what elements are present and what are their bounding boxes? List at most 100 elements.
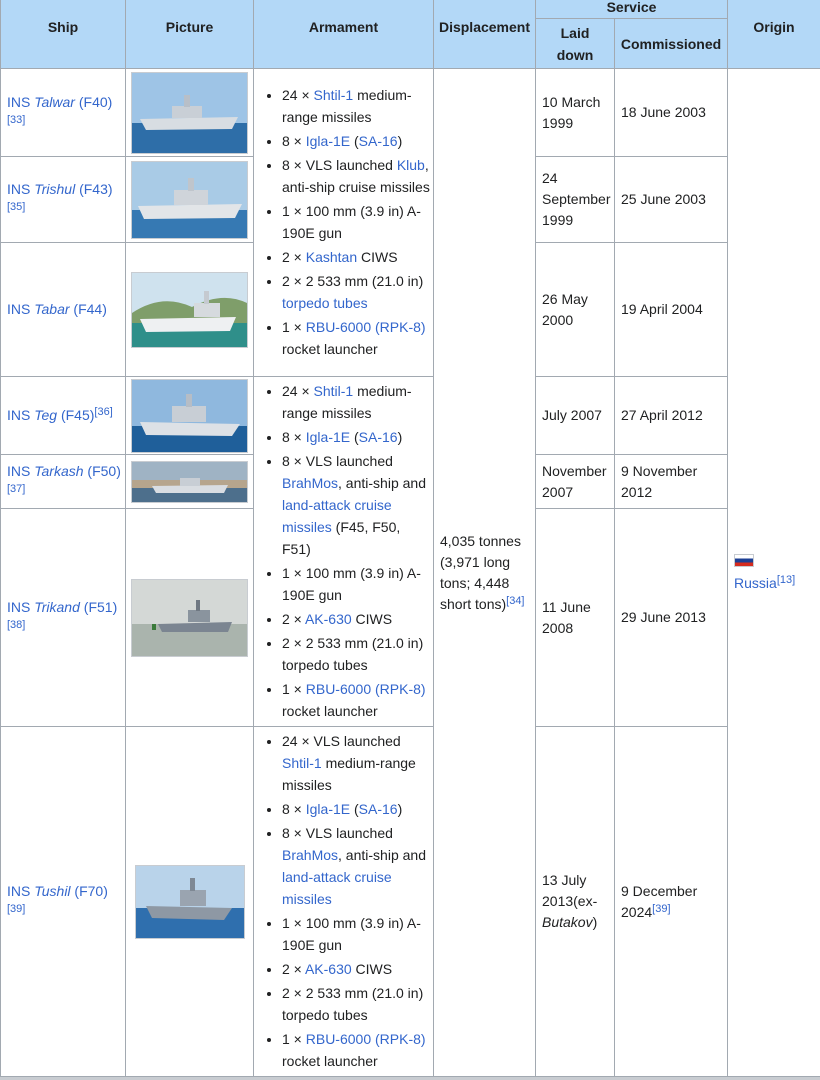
ship-cell: INS Trishul (F43) [35]: [0, 156, 126, 243]
armament-item: 8 × Igla-1E (SA-16): [282, 798, 431, 820]
ship-cell: INS Trikand (F51) [38]: [0, 508, 126, 727]
ship-link[interactable]: INS Tushil (F70): [7, 883, 108, 899]
weapon-link[interactable]: Igla-1E: [306, 133, 350, 149]
picture-cell: [125, 726, 254, 1077]
weapon-link[interactable]: BrahMos: [282, 847, 338, 863]
laid-down-cell: 24 September 1999: [535, 156, 615, 243]
armament-item: 1 × 100 mm (3.9 in) A-190E gun: [282, 912, 431, 956]
armament-item: 1 × 100 mm (3.9 in) A-190E gun: [282, 200, 431, 244]
ship-cell: INS Tushil (F70) [39]: [0, 726, 126, 1077]
commissioned-cell: 27 April 2012: [613, 376, 729, 455]
armament-item: 2 × 2 533 mm (21.0 in) torpedo tubes: [282, 270, 431, 314]
picture-cell: [125, 376, 254, 455]
citation-link[interactable]: [37]: [7, 483, 25, 495]
origin-cell: Russia[13]: [727, 68, 820, 1077]
ship-link[interactable]: INS Talwar (F40): [7, 94, 112, 110]
armament-item: 2 × 2 533 mm (21.0 in) torpedo tubes: [282, 982, 431, 1026]
weapon-link[interactable]: Shtil-1: [314, 87, 354, 103]
header-armament[interactable]: Armament: [253, 0, 434, 69]
ship-photo-teg[interactable]: [131, 378, 248, 453]
armament-item: 2 × AK-630 CIWS: [282, 608, 431, 630]
weapon-link[interactable]: torpedo tubes: [282, 295, 368, 311]
laid-down-cell: 13 July 2013(ex- Butakov): [535, 726, 615, 1077]
laid-down-cell: November 2007: [535, 454, 615, 509]
citation-link[interactable]: [33]: [7, 114, 25, 126]
ship-cell: INS Tarkash (F50) [37]: [0, 454, 126, 509]
ship-link[interactable]: INS Tarkash (F50): [7, 463, 121, 479]
origin-link[interactable]: Russia: [734, 575, 777, 591]
ship-photo-talwar[interactable]: [131, 71, 248, 154]
table-row: INS Teg (F45)[36] 24 × Shtil-1 medium-ra…: [0, 376, 820, 727]
armament-item: 24 × Shtil-1 medium-range missiles: [282, 84, 431, 128]
ship-link[interactable]: INS Tabar (F44): [7, 301, 107, 317]
header-laid-down[interactable]: Laid down: [535, 18, 615, 69]
weapon-link[interactable]: AK-630: [305, 611, 352, 627]
armament-item: 2 × AK-630 CIWS: [282, 958, 431, 980]
weapon-link[interactable]: SA-16: [359, 801, 398, 817]
citation-link[interactable]: [39]: [7, 903, 25, 915]
displacement-cell: 4,035 tonnes (3,971 long tons; 4,448 sho…: [433, 68, 536, 1077]
picture-cell: [125, 242, 254, 377]
ship-cell: INS Talwar (F40) [33]: [0, 68, 126, 157]
armament-item: 8 × Igla-1E (SA-16): [282, 130, 431, 152]
weapon-link[interactable]: Klub: [397, 157, 425, 173]
weapon-link[interactable]: land-attack cruise missiles: [282, 869, 392, 907]
weapon-link[interactable]: Shtil-1: [282, 755, 322, 771]
header-service: Service: [534, 0, 729, 19]
picture-cell: [125, 508, 254, 727]
ship-link[interactable]: INS Teg (F45): [7, 407, 94, 423]
ship-link[interactable]: INS Trishul (F43): [7, 181, 113, 197]
citation-link[interactable]: [34]: [506, 595, 524, 607]
picture-cell: [125, 454, 254, 509]
ship-photo-trikand[interactable]: [131, 578, 248, 657]
ship-photo-tabar[interactable]: [131, 271, 248, 348]
laid-down-cell: July 2007: [535, 376, 615, 455]
russia-flag-icon: [734, 554, 755, 568]
ship-photo-tushil[interactable]: [134, 864, 245, 939]
table-row: INS Tushil (F70) [39] 24 × VLS launched …: [0, 726, 820, 1077]
header-displacement[interactable]: Displacement: [433, 0, 536, 69]
header-laid-down-label: Laid down: [556, 24, 594, 63]
header-ship[interactable]: Ship: [0, 0, 126, 69]
weapon-link[interactable]: Igla-1E: [306, 429, 350, 445]
weapon-link[interactable]: RBU-6000 (RPK-8): [306, 681, 426, 697]
weapon-link[interactable]: BrahMos: [282, 475, 338, 491]
armament-cell: 24 × Shtil-1 medium-range missiles 8 × I…: [253, 68, 434, 377]
armament-item: 1 × RBU-6000 (RPK-8) rocket launcher: [282, 678, 431, 722]
weapon-link[interactable]: Igla-1E: [306, 801, 350, 817]
ship-photo-tarkash[interactable]: [131, 460, 248, 503]
weapon-link[interactable]: RBU-6000 (RPK-8): [306, 1031, 426, 1047]
weapon-link[interactable]: RBU-6000 (RPK-8): [306, 319, 426, 335]
ship-cell: INS Tabar (F44): [0, 242, 126, 377]
armament-cell: 24 × Shtil-1 medium-range missiles 8 × I…: [253, 376, 434, 727]
commissioned-cell: 9 November 2012: [613, 454, 729, 509]
weapon-link[interactable]: SA-16: [359, 133, 398, 149]
citation-link[interactable]: [13]: [777, 574, 795, 586]
commissioned-cell: 29 June 2013: [613, 508, 729, 727]
armament-item: 8 × VLS launched Klub, anti-ship cruise …: [282, 154, 431, 198]
armament-item: 1 × 100 mm (3.9 in) A-190E gun: [282, 562, 431, 606]
picture-cell: [125, 68, 254, 157]
armament-item: 24 × VLS launched Shtil-1 medium-range m…: [282, 730, 431, 796]
commissioned-cell: 18 June 2003: [613, 68, 729, 157]
commissioned-cell: 25 June 2003: [613, 156, 729, 243]
weapon-link[interactable]: SA-16: [359, 429, 398, 445]
citation-link[interactable]: [35]: [7, 201, 25, 213]
header-picture[interactable]: Picture: [125, 0, 254, 69]
laid-down-cell: 26 May 2000: [535, 242, 615, 377]
citation-link[interactable]: [39]: [652, 903, 670, 915]
ship-photo-trishul[interactable]: [131, 160, 248, 239]
header-commissioned[interactable]: Commissioned: [613, 18, 729, 69]
laid-down-cell: 10 March 1999: [535, 68, 615, 157]
ship-link[interactable]: INS Trikand (F51): [7, 599, 117, 615]
weapon-link[interactable]: AK-630: [305, 961, 352, 977]
citation-link[interactable]: [38]: [7, 619, 25, 631]
armament-item: 2 × 2 533 mm (21.0 in) torpedo tubes: [282, 632, 431, 676]
header-origin[interactable]: Origin: [727, 0, 820, 69]
armament-item: 8 × VLS launched BrahMos, anti-ship and …: [282, 450, 431, 560]
weapon-link[interactable]: Kashtan: [306, 249, 357, 265]
citation-link[interactable]: [36]: [94, 406, 112, 418]
armament-item: 24 × Shtil-1 medium-range missiles: [282, 380, 431, 424]
armament-item: 8 × VLS launched BrahMos, anti-ship and …: [282, 822, 431, 910]
weapon-link[interactable]: Shtil-1: [314, 383, 354, 399]
